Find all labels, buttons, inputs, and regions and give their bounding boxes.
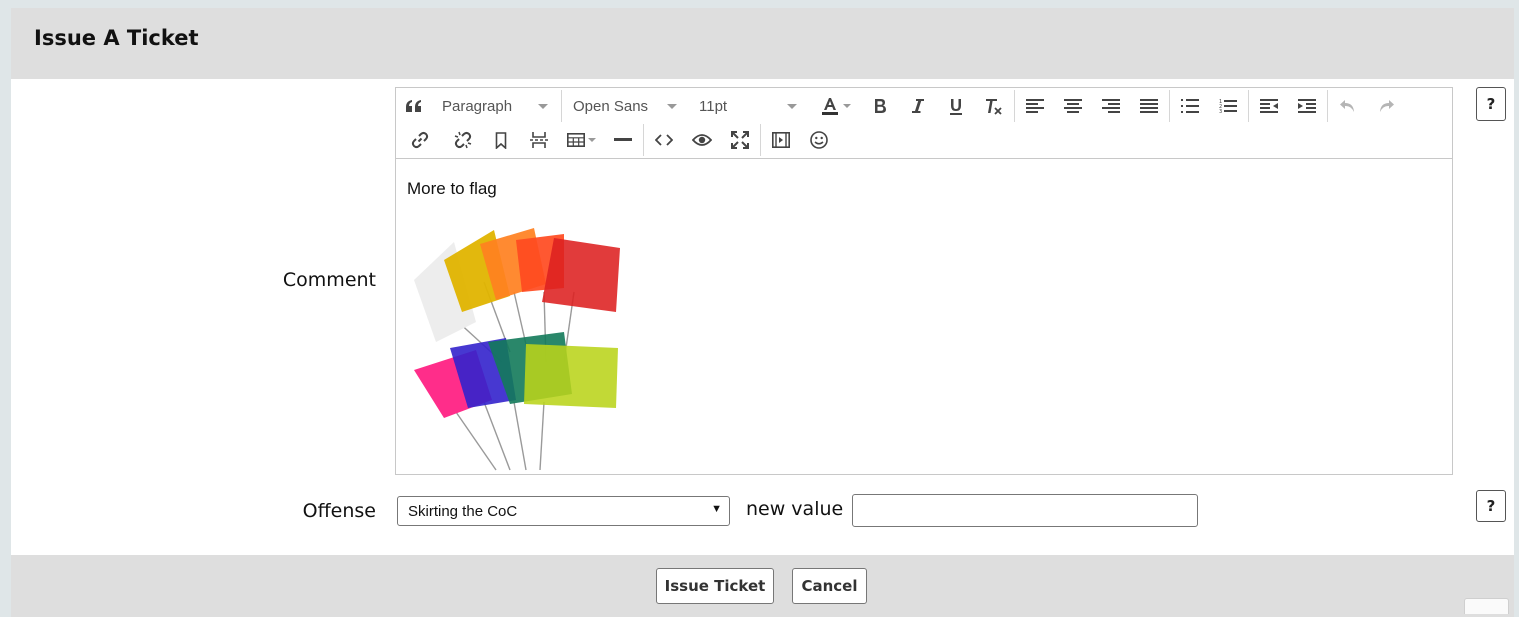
block-format-value: Paragraph — [442, 97, 513, 115]
numbered-list-icon[interactable]: 123 — [1209, 91, 1247, 121]
offense-selected-value: Skirting the CoC — [408, 503, 518, 520]
toolbar-divider — [561, 90, 562, 122]
editor-content-area[interactable]: More to flag — [396, 160, 1452, 474]
offense-select[interactable]: Skirting the CoC ▼ — [397, 496, 730, 526]
toolbar-divider — [760, 124, 761, 156]
align-left-icon[interactable] — [1016, 91, 1054, 121]
align-center-icon[interactable] — [1054, 91, 1092, 121]
bookmark-icon[interactable] — [482, 125, 520, 155]
toolbar-divider — [1169, 90, 1170, 122]
toolbar-row-1: Paragraph Open Sans 11pt 1 2 3 — [396, 89, 1405, 123]
italic-icon[interactable] — [899, 91, 937, 121]
chevron-down-icon — [842, 104, 851, 108]
chevron-down-icon — [587, 138, 596, 142]
corner-widget — [1464, 598, 1509, 614]
fullscreen-icon[interactable] — [721, 125, 759, 155]
new-value-label: new value — [746, 498, 844, 520]
chevron-down-icon — [787, 104, 797, 109]
toolbar-divider — [1248, 90, 1249, 122]
align-justify-icon[interactable] — [1130, 91, 1168, 121]
unlink-icon[interactable] — [444, 125, 482, 155]
preview-icon[interactable] — [683, 125, 721, 155]
chevron-down-icon — [538, 104, 548, 109]
text-color-button[interactable] — [809, 91, 861, 121]
toolbar-divider — [1327, 90, 1328, 122]
link-icon[interactable] — [396, 125, 444, 155]
chevron-down-icon — [667, 104, 677, 109]
font-family-dropdown[interactable]: Open Sans — [563, 91, 689, 121]
editor-toolbar: Paragraph Open Sans 11pt 1 2 3 — [396, 88, 1452, 159]
rich-text-editor: Paragraph Open Sans 11pt 1 2 3 More to f… — [395, 87, 1453, 475]
font-size-value: 11pt — [699, 97, 728, 115]
page-break-icon[interactable] — [520, 125, 558, 155]
bullet-list-icon[interactable] — [1171, 91, 1209, 121]
toolbar-divider — [643, 124, 644, 156]
comment-help-button[interactable]: ? — [1476, 87, 1506, 121]
source-code-icon[interactable] — [645, 125, 683, 155]
new-value-input[interactable] — [852, 494, 1198, 527]
flags-image — [414, 228, 620, 471]
redo-icon[interactable] — [1367, 91, 1405, 121]
media-icon[interactable] — [762, 125, 800, 155]
underline-icon[interactable] — [937, 91, 975, 121]
comment-label: Comment — [282, 269, 376, 291]
align-right-icon[interactable] — [1092, 91, 1130, 121]
issue-ticket-button[interactable]: Issue Ticket — [656, 568, 774, 604]
editor-content-text: More to flag — [407, 179, 497, 198]
table-icon — [566, 133, 585, 147]
offense-label: Offense — [302, 500, 376, 522]
offense-help-button[interactable]: ? — [1476, 490, 1506, 522]
blockquote-icon[interactable] — [396, 91, 432, 121]
bold-icon[interactable] — [861, 91, 899, 121]
issue-ticket-dialog: Issue A Ticket Comment Paragraph Open Sa… — [11, 8, 1514, 617]
horizontal-rule-icon[interactable] — [604, 125, 642, 155]
svg-text:3: 3 — [1219, 109, 1222, 114]
cancel-button[interactable]: Cancel — [792, 568, 867, 604]
outdent-icon[interactable] — [1250, 91, 1288, 121]
toolbar-divider — [1014, 90, 1015, 122]
dropdown-arrow-icon: ▼ — [711, 503, 722, 515]
dialog-title: Issue A Ticket — [34, 26, 199, 50]
undo-icon[interactable] — [1329, 91, 1367, 121]
font-size-dropdown[interactable]: 11pt — [689, 91, 809, 121]
indent-icon[interactable] — [1288, 91, 1326, 121]
table-button[interactable] — [558, 125, 604, 155]
toolbar-row-2 — [396, 123, 838, 157]
text-color-icon — [821, 98, 838, 115]
font-family-value: Open Sans — [573, 97, 649, 115]
emoticon-icon[interactable] — [800, 125, 838, 155]
clear-formatting-icon[interactable] — [975, 91, 1013, 121]
dialog-content: Comment Paragraph Open Sans 11pt 1 2 3 M… — [11, 79, 1514, 555]
block-format-dropdown[interactable]: Paragraph — [432, 91, 560, 121]
